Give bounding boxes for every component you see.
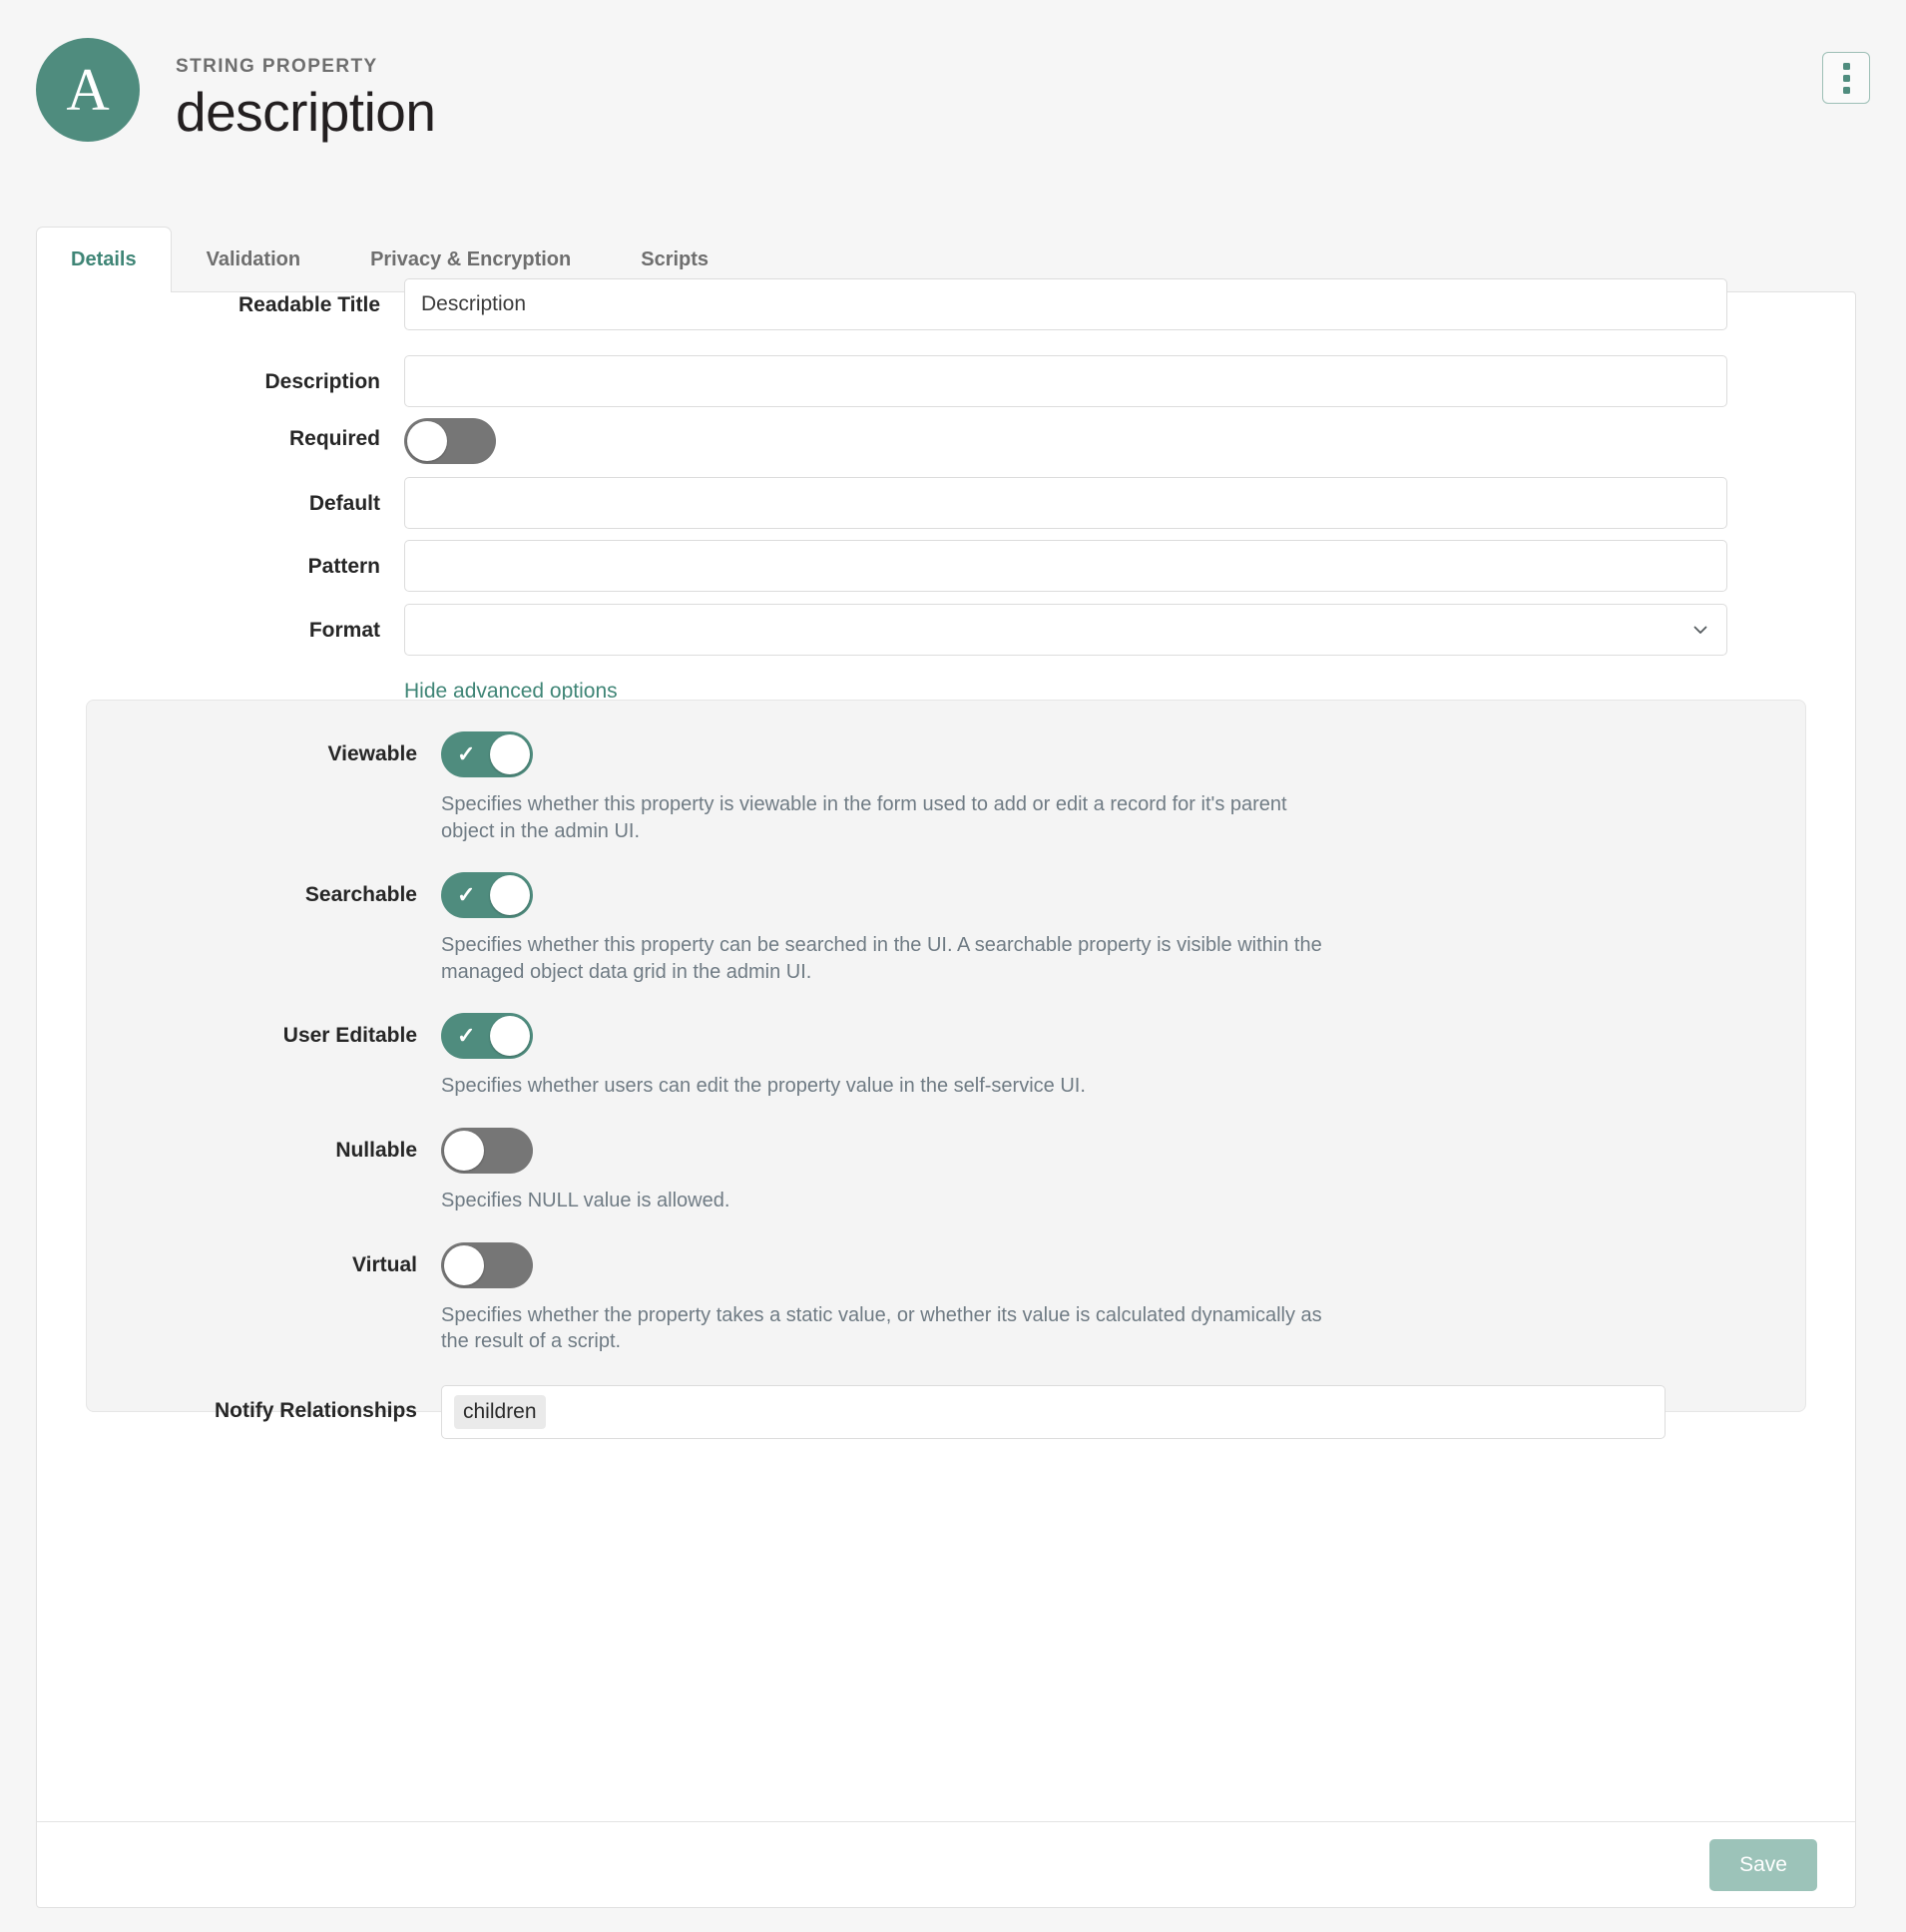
readable-title-input[interactable] [404,278,1727,330]
notify-relationships-input[interactable]: children [441,1384,1666,1439]
label-description: Description [264,370,380,393]
field-searchable: ✓ Specifies whether this property can be… [441,866,1805,985]
label-notify-relationships: Notify Relationships [214,1398,417,1422]
format-select[interactable] [404,604,1727,656]
label-pattern: Pattern [307,555,380,578]
label-user-editable: User Editable [282,1024,417,1048]
field-row-readable-title: Readable Title [37,278,1855,330]
field-row-default: Default [37,477,1855,529]
searchable-toggle[interactable]: ✓ [441,872,533,919]
label-format: Format [308,619,380,642]
details-card: Readable Title Description Required [36,278,1856,1908]
avatar: A [36,38,140,142]
virtual-toggle[interactable] [441,1241,533,1288]
toggle-knob-icon [444,1244,484,1285]
advanced-row-user-editable: User Editable ✓ Specifies whether users … [87,985,1805,1100]
chip-children[interactable]: children [454,1394,546,1429]
field-format [404,604,1855,656]
field-description [404,355,1855,407]
label-virtual: Virtual [352,1252,417,1276]
advanced-row-nullable: Nullable Specifies NULL value is allowed… [87,1100,1805,1214]
help-searchable: Specifies whether this property can be s… [441,934,1322,983]
viewable-toggle[interactable]: ✓ [441,731,533,777]
label-nullable: Nullable [335,1138,417,1162]
field-row-format: Format [37,604,1855,656]
field-user-editable: ✓ Specifies whether users can edit the p… [441,1007,1805,1100]
field-notify-relationships: children [441,1384,1805,1439]
label-default: Default [308,492,380,515]
kebab-dot-icon [1842,62,1850,70]
field-row-description: Description [37,355,1855,407]
field-viewable: ✓ Specifies whether this property is vie… [441,725,1805,844]
advanced-row-notify-relationships: Notify Relationships children [87,1355,1805,1439]
field-default [404,477,1855,529]
help-nullable: Specifies NULL value is allowed. [441,1189,730,1211]
description-input[interactable] [404,355,1727,407]
toggle-knob-icon [490,1016,530,1057]
label-required: Required [288,427,380,450]
toggle-knob-icon [407,421,447,461]
label-searchable: Searchable [304,883,417,907]
kebab-dot-icon [1842,86,1850,94]
page-root: A STRING PROPERTY description Details Va… [0,0,1906,1932]
advanced-row-searchable: Searchable ✓ Specifies whether this prop… [87,844,1805,985]
field-required [404,412,1855,464]
field-row-required: Required [37,412,1855,464]
page-header: A STRING PROPERTY description [36,30,1870,170]
format-select-wrapper [404,604,1727,656]
default-input[interactable] [404,477,1727,529]
field-readable-title [404,278,1855,330]
tab-details[interactable]: Details [36,227,172,293]
save-button[interactable]: Save [1709,1838,1817,1891]
advanced-row-virtual: Virtual Specifies whether the property t… [87,1214,1805,1355]
label-viewable: Viewable [327,742,418,765]
kebab-menu-button[interactable] [1822,52,1870,104]
required-toggle[interactable] [404,418,496,464]
check-icon: ✓ [457,1023,476,1049]
details-form: Readable Title Description Required [37,278,1855,1823]
check-icon: ✓ [457,882,476,908]
field-nullable: Specifies NULL value is allowed. [441,1122,1805,1214]
help-viewable: Specifies whether this property is viewa… [441,793,1287,842]
toggle-knob-icon [490,875,530,916]
help-user-editable: Specifies whether users can edit the pro… [441,1075,1086,1098]
card-footer: Save [37,1821,1855,1907]
advanced-row-viewable: Viewable ✓ Specifies whether this proper… [87,701,1805,844]
field-virtual: Specifies whether the property takes a s… [441,1236,1805,1355]
header-text-block: STRING PROPERTY description [176,30,436,144]
advanced-options-panel: Viewable ✓ Specifies whether this proper… [86,700,1806,1439]
field-pattern [404,540,1855,592]
pattern-input[interactable] [404,540,1727,592]
nullable-toggle[interactable] [441,1127,533,1174]
toggle-knob-icon [490,734,530,774]
field-row-pattern: Pattern [37,540,1855,592]
user-editable-toggle[interactable]: ✓ [441,1013,533,1060]
help-virtual: Specifies whether the property takes a s… [441,1303,1322,1353]
page-title: description [176,81,436,143]
kebab-dot-icon [1842,74,1850,82]
toggle-knob-icon [444,1130,484,1171]
check-icon: ✓ [457,741,476,766]
property-type-eyebrow: STRING PROPERTY [176,56,378,77]
